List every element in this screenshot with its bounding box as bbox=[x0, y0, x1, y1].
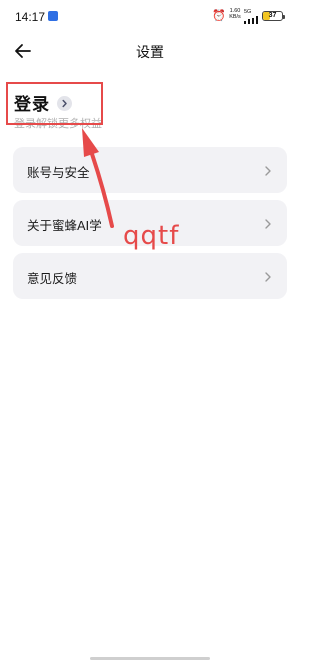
chevron-right-icon bbox=[263, 269, 273, 283]
signal-icon bbox=[244, 16, 260, 24]
annotation-highlight-box bbox=[6, 82, 103, 125]
network-speed: 1.60 KB/s bbox=[228, 8, 242, 20]
menu-item-label: 账号与安全 bbox=[27, 165, 90, 180]
menu-item-feedback[interactable]: 意见反馈 bbox=[13, 253, 287, 299]
network-speed-unit: KB/s bbox=[229, 14, 241, 20]
battery-level: 37 bbox=[268, 12, 277, 19]
app-notification-icon bbox=[48, 11, 58, 21]
menu-item-account-security[interactable]: 账号与安全 bbox=[13, 147, 287, 193]
menu-item-label: 关于蜜蜂AI学 bbox=[27, 218, 102, 233]
chevron-right-icon bbox=[263, 163, 273, 177]
alarm-icon: ⏰ bbox=[212, 9, 226, 22]
annotation-text: qqtf bbox=[123, 221, 180, 251]
menu-item-label: 意见反馈 bbox=[27, 271, 78, 286]
top-app-bar: 设置 bbox=[0, 34, 300, 68]
status-bar: 14:17 ⏰ 1.60 KB/s 5G 37 bbox=[0, 0, 300, 34]
page-title: 设置 bbox=[136, 45, 164, 61]
home-indicator[interactable] bbox=[90, 657, 210, 660]
status-time: 14:17 bbox=[15, 10, 46, 24]
battery-icon: 37 bbox=[262, 11, 285, 21]
network-type: 5G bbox=[244, 9, 252, 15]
settings-screen: 14:17 ⏰ 1.60 KB/s 5G 37 设置 登录 登录解锁更多权益 账… bbox=[0, 0, 300, 667]
chevron-right-icon bbox=[263, 216, 273, 230]
